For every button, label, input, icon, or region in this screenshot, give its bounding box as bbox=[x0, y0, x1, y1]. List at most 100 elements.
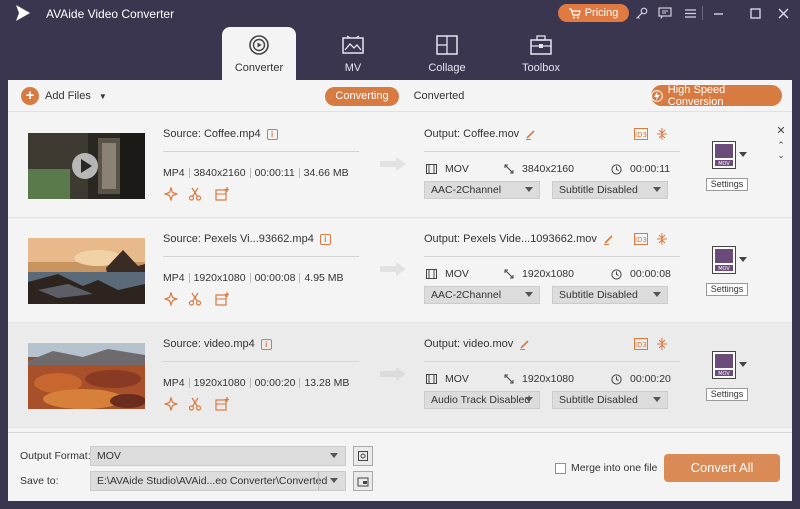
tab-converted[interactable]: Converted bbox=[411, 87, 467, 106]
subtitle-select[interactable]: Subtitle Disabled bbox=[552, 181, 668, 199]
edit-name-icon[interactable] bbox=[603, 234, 614, 245]
tab-toolbox[interactable]: Toolbox bbox=[504, 27, 578, 80]
tab-mv[interactable]: MV bbox=[316, 27, 390, 80]
chevron-down-icon bbox=[330, 478, 338, 483]
separator bbox=[249, 273, 251, 283]
edit-name-icon[interactable] bbox=[525, 129, 536, 140]
film-icon bbox=[426, 164, 437, 174]
footer-bar: Output Format: MOV Save to: E:\AVAide St… bbox=[8, 432, 792, 501]
enhance-icon[interactable] bbox=[164, 397, 178, 411]
key-icon[interactable] bbox=[632, 4, 650, 22]
format-settings-button[interactable] bbox=[353, 446, 373, 466]
enhance-icon[interactable] bbox=[164, 187, 178, 201]
compress-icon[interactable] bbox=[656, 338, 668, 350]
checkbox-box[interactable] bbox=[555, 462, 566, 474]
output-duration: 00:00:20 bbox=[630, 373, 671, 385]
svg-text:MOV: MOV bbox=[718, 266, 730, 272]
save-to-select[interactable]: E:\AVAide Studio\AVAid...eo Converter\Co… bbox=[90, 471, 346, 491]
cut-icon[interactable] bbox=[188, 187, 202, 201]
source-size: 13.28 MB bbox=[304, 377, 350, 389]
mov-format-icon[interactable]: MOV bbox=[712, 351, 736, 379]
output-resolution: 1920x1080 bbox=[522, 268, 574, 280]
chevron-down-icon bbox=[525, 187, 533, 192]
mov-format-icon[interactable]: MOV bbox=[712, 141, 736, 169]
source-format: MP4 bbox=[163, 377, 185, 389]
audio-track-select[interactable]: Audio Track Disabled bbox=[424, 391, 540, 409]
settings-button[interactable]: Settings bbox=[706, 178, 748, 191]
format-dropdown-icon[interactable] bbox=[739, 152, 747, 157]
format-dropdown-icon[interactable] bbox=[739, 362, 747, 367]
output-filename: Output: Pexels Vide...1093662.mov bbox=[424, 233, 597, 245]
pricing-button[interactable]: Pricing bbox=[558, 4, 629, 22]
edit-effects-icon[interactable] bbox=[215, 187, 229, 201]
subtitle-select[interactable]: Subtitle Disabled bbox=[552, 286, 668, 304]
arrow-right-icon bbox=[380, 157, 406, 171]
mv-icon bbox=[342, 35, 364, 54]
add-files-button[interactable]: + Add Files ▼ bbox=[21, 87, 107, 105]
svg-text:MOV: MOV bbox=[718, 371, 730, 377]
output-filename: Output: video.mov bbox=[424, 338, 514, 350]
chevron-down-icon[interactable]: ▼ bbox=[99, 92, 107, 101]
video-thumbnail[interactable] bbox=[28, 343, 145, 409]
info-icon[interactable]: i bbox=[319, 233, 331, 245]
menu-icon[interactable] bbox=[681, 4, 699, 22]
settings-button[interactable]: Settings bbox=[706, 283, 748, 296]
source-meta: MP4 1920x1080 00:00:20 13.28 MB bbox=[163, 377, 349, 389]
divider bbox=[163, 361, 359, 362]
tab-converter[interactable]: Converter bbox=[222, 27, 296, 80]
cut-icon[interactable] bbox=[188, 292, 202, 306]
high-speed-conversion-button[interactable]: High Speed Conversion bbox=[651, 83, 782, 108]
edit-name-icon[interactable] bbox=[519, 339, 530, 350]
resize-icon bbox=[504, 269, 514, 279]
edit-effects-icon[interactable] bbox=[215, 292, 229, 306]
compress-icon[interactable] bbox=[656, 233, 668, 245]
convert-all-button[interactable]: Convert All bbox=[664, 454, 780, 482]
high-speed-label: High Speed Conversion bbox=[667, 83, 726, 108]
maximize-icon[interactable] bbox=[746, 4, 764, 22]
format-dropdown-icon[interactable] bbox=[739, 257, 747, 262]
tab-converting[interactable]: Converting bbox=[325, 87, 399, 106]
source-size: 4.95 MB bbox=[304, 272, 344, 284]
compress-icon[interactable] bbox=[656, 128, 668, 140]
chevron-down-icon[interactable]: ⌄ bbox=[775, 149, 787, 161]
tab-collage[interactable]: Collage bbox=[410, 27, 484, 80]
audio-track-select[interactable]: AAC-2Channel bbox=[424, 181, 540, 199]
remove-file-icon[interactable]: ✕ bbox=[775, 125, 787, 137]
info-icon[interactable]: i bbox=[266, 128, 278, 140]
subtitle-value: Subtitle Disabled bbox=[559, 289, 638, 301]
collage-icon bbox=[436, 35, 458, 55]
app-logo-icon bbox=[16, 5, 30, 21]
separator bbox=[188, 378, 190, 388]
divider bbox=[424, 151, 680, 152]
output-format-spec: MOV bbox=[426, 163, 469, 175]
minimize-icon[interactable] bbox=[709, 4, 727, 22]
resize-icon bbox=[504, 164, 514, 174]
open-folder-button[interactable] bbox=[353, 471, 373, 491]
film-icon bbox=[426, 374, 437, 384]
output-tools: ID3 bbox=[634, 338, 668, 350]
mov-format-icon[interactable]: MOV bbox=[712, 246, 736, 274]
chevron-down-icon bbox=[525, 397, 533, 402]
close-icon[interactable] bbox=[774, 4, 792, 22]
output-format-select[interactable]: MOV bbox=[90, 446, 346, 466]
chat-icon[interactable] bbox=[656, 4, 674, 22]
id3-tag-icon[interactable]: ID3 bbox=[634, 233, 648, 245]
output-format: MOV bbox=[445, 268, 469, 280]
info-icon[interactable]: i bbox=[260, 338, 272, 350]
subtitle-select[interactable]: Subtitle Disabled bbox=[552, 391, 668, 409]
enhance-icon[interactable] bbox=[164, 292, 178, 306]
edit-effects-icon[interactable] bbox=[215, 397, 229, 411]
chevron-down-icon bbox=[330, 453, 338, 458]
clock-icon bbox=[611, 373, 622, 385]
id3-tag-icon[interactable]: ID3 bbox=[634, 128, 648, 140]
chevron-down-icon bbox=[653, 187, 661, 192]
video-thumbnail[interactable] bbox=[28, 133, 145, 199]
audio-track-select[interactable]: AAC-2Channel bbox=[424, 286, 540, 304]
file-row: Source: video.mp4 i MP4 1920x1080 00:00:… bbox=[8, 323, 792, 428]
id3-tag-icon[interactable]: ID3 bbox=[634, 338, 648, 350]
merge-checkbox[interactable]: Merge into one file bbox=[555, 462, 657, 474]
separator bbox=[299, 273, 301, 283]
settings-button[interactable]: Settings bbox=[706, 388, 748, 401]
video-thumbnail[interactable] bbox=[28, 238, 145, 304]
cut-icon[interactable] bbox=[188, 397, 202, 411]
